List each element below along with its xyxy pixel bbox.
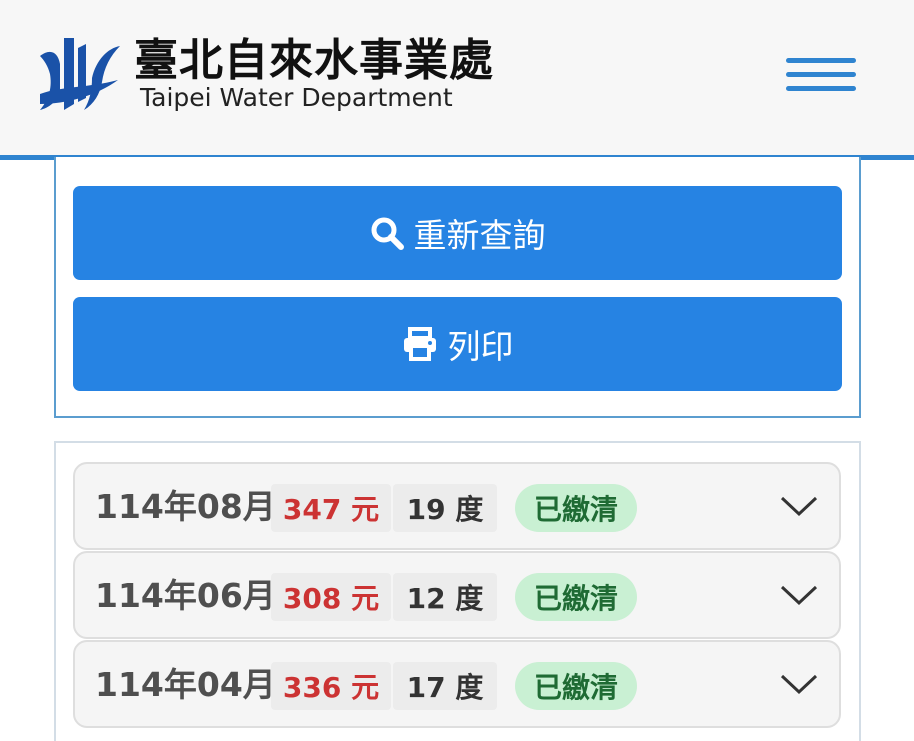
status-badge: 已繳清	[515, 484, 637, 532]
logo-title-en: Taipei Water Department	[140, 83, 453, 112]
status-badge: 已繳清	[515, 662, 637, 710]
bill-month: 114年08月	[95, 487, 276, 526]
logo-title-zh: 臺北自來水事業處	[134, 35, 494, 86]
hamburger-menu-icon[interactable]	[786, 56, 858, 94]
bill-month: 114年06月	[95, 576, 276, 615]
bill-amount: 336 元	[271, 662, 391, 710]
search-again-label: 重新查詢	[413, 216, 546, 255]
chevron-down-icon[interactable]	[779, 672, 819, 696]
chevron-down-icon[interactable]	[779, 494, 819, 518]
bill-row[interactable]: 114年08月 347 元 19 度 已繳清	[73, 462, 841, 550]
bill-amount: 308 元	[271, 573, 391, 621]
search-icon	[371, 217, 404, 250]
site-header: 臺北自來水事業處 Taipei Water Department	[0, 0, 914, 160]
bill-amount: 347 元	[271, 484, 391, 532]
status-badge: 已繳清	[515, 573, 637, 621]
search-again-button[interactable]: 重新查詢	[73, 186, 842, 280]
bill-usage: 19 度	[393, 484, 497, 532]
print-button[interactable]: 列印	[73, 297, 842, 391]
bill-usage: 17 度	[393, 662, 497, 710]
bill-row[interactable]: 114年06月 308 元 12 度 已繳清	[73, 551, 841, 639]
print-label: 列印	[447, 327, 514, 366]
water-department-logo-icon[interactable]	[36, 34, 122, 114]
printer-icon	[403, 327, 436, 361]
bill-usage: 12 度	[393, 573, 497, 621]
bill-row[interactable]: 114年04月 336 元 17 度 已繳清	[73, 640, 841, 728]
bill-month: 114年04月	[95, 665, 276, 704]
chevron-down-icon[interactable]	[779, 583, 819, 607]
